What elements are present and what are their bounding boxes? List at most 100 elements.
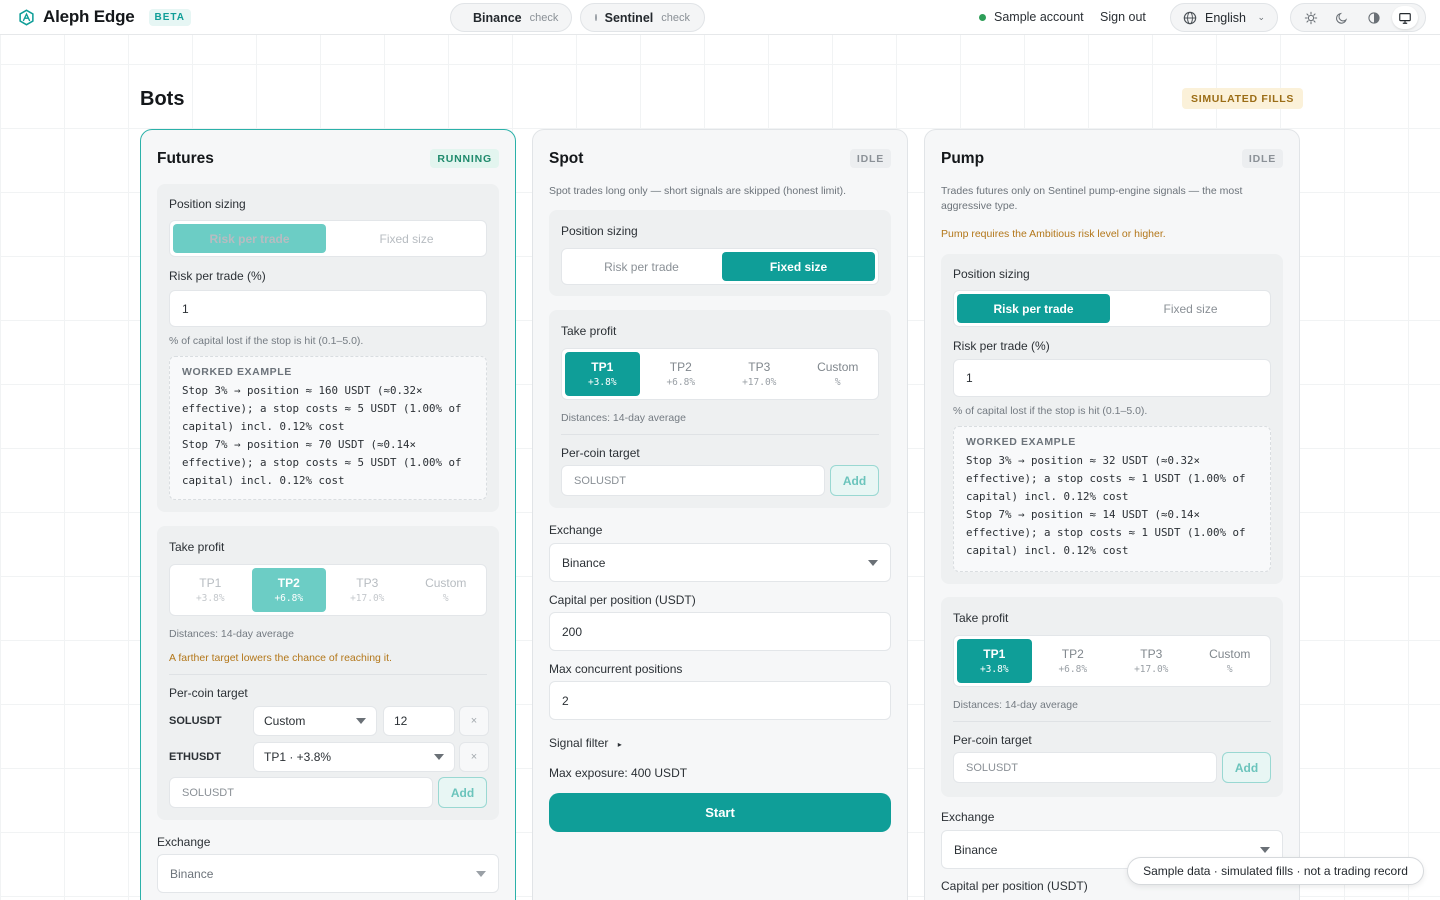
pump-tp-distances: Distances: 14-day average	[953, 699, 1078, 711]
sign-out-link[interactable]: Sign out	[1100, 10, 1146, 24]
language-select[interactable]: English ⌄	[1170, 3, 1278, 32]
remove-coin-button[interactable]: ×	[459, 706, 489, 736]
pump-risk-input[interactable]: 1	[953, 359, 1271, 397]
spot-exchange-value: Binance	[562, 555, 606, 570]
pump-risk-per-trade-option[interactable]: Risk per trade	[957, 294, 1110, 323]
pump-custom-name: Custom	[1209, 647, 1251, 661]
brand[interactable]: Aleph Edge BETA	[18, 7, 191, 27]
spot-risk-per-trade-option[interactable]: Risk per trade	[565, 252, 718, 281]
spot-tp1-option[interactable]: TP1 +3.8%	[565, 352, 640, 396]
per-coin-symbol: SOLUSDT	[169, 715, 222, 727]
futures-tp-distances: Distances: 14-day average	[169, 628, 294, 640]
spot-add-coin-input[interactable]: SOLUSDT	[561, 465, 825, 496]
futures-sizing-label: Position sizing	[169, 197, 246, 211]
account-indicator[interactable]: Sample account	[979, 10, 1084, 24]
beta-badge: BETA	[148, 8, 191, 26]
spot-capital-input[interactable]: 200	[549, 612, 891, 651]
sentinel-status-name: Sentinel	[604, 10, 654, 25]
spot-start-button[interactable]: Start	[549, 793, 891, 832]
futures-tp1-option[interactable]: TP1 +3.8%	[173, 568, 248, 612]
pump-risk-hint: % of capital lost if the stop is hit (0.…	[953, 405, 1148, 417]
futures-tp2-name: TP2	[277, 576, 300, 590]
pump-tp2-option[interactable]: TP2 +6.8%	[1036, 639, 1111, 683]
futures-add-coin-button[interactable]: Add	[438, 777, 487, 808]
language-value: English	[1205, 10, 1246, 25]
spot-tp3-option[interactable]: TP3 +17.0%	[722, 352, 797, 396]
spot-tp2-option[interactable]: TP2 +6.8%	[644, 352, 719, 396]
futures-risk-input[interactable]: 1	[169, 290, 487, 327]
futures-tp2-option[interactable]: TP2 +6.8%	[251, 568, 326, 612]
spot-signal-filter-toggle[interactable]: Signal filter ▸	[549, 736, 622, 750]
pump-tp3-option[interactable]: TP3 +17.0%	[1114, 639, 1189, 683]
spot-tp-selector: TP1 +3.8% TP2 +6.8% TP3 +17.0% Custom%	[561, 348, 879, 400]
sentinel-status-state: check	[661, 11, 690, 24]
spot-exchange-select[interactable]: Binance	[549, 543, 891, 582]
futures-status-badge: RUNNING	[430, 149, 499, 168]
theme-light-button[interactable]	[1298, 6, 1324, 29]
chevron-down-icon	[356, 718, 366, 724]
spot-sizing-section: Position sizing Risk per trade Fixed siz…	[549, 210, 891, 296]
pump-add-coin-button[interactable]: Add	[1222, 752, 1271, 783]
futures-title: Futures	[157, 150, 214, 167]
theme-system-button[interactable]	[1392, 6, 1419, 29]
futures-worked-example: WORKED EXAMPLE Stop 3% → position ≈ 160 …	[169, 356, 487, 500]
binance-status-pill[interactable]: Binance check	[450, 3, 572, 32]
spot-fixed-size-option[interactable]: Fixed size	[722, 252, 875, 281]
futures-risk-hint: % of capital lost if the stop is hit (0.…	[169, 335, 364, 347]
pump-title: Pump	[941, 150, 985, 167]
futures-risk-per-trade-option[interactable]: Risk per trade	[173, 224, 326, 253]
futures-custom-value: %	[442, 593, 449, 604]
pump-custom-value: %	[1226, 664, 1233, 675]
pump-capital-label: Capital per position (USDT)	[941, 879, 1088, 893]
pump-tp2-name: TP2	[1061, 647, 1084, 661]
spot-sizing-label: Position sizing	[561, 224, 638, 238]
theme-contrast-button[interactable]	[1361, 6, 1387, 29]
spot-tp1-value: +3.8%	[587, 377, 617, 388]
spot-tp-distances: Distances: 14-day average	[561, 412, 686, 424]
moon-icon	[1336, 12, 1348, 24]
spot-capital-label: Capital per position (USDT)	[549, 593, 696, 607]
futures-tp3-name: TP3	[356, 576, 379, 590]
futures-add-coin-input[interactable]: SOLUSDT	[169, 777, 433, 808]
pump-tp2-value: +6.8%	[1058, 664, 1088, 675]
pump-fixed-size-option[interactable]: Fixed size	[1114, 294, 1267, 323]
contrast-icon	[1368, 11, 1380, 24]
spot-take-profit-label: Take profit	[561, 324, 617, 338]
simulated-fills-badge: SIMULATED FILLS	[1182, 88, 1304, 109]
caret-right-icon: ▸	[617, 740, 622, 749]
chevron-down-icon	[868, 559, 878, 566]
futures-example-line-1: Stop 3% → position ≈ 160 USDT (≈0.32× ef…	[182, 384, 469, 433]
pump-exchange-value: Binance	[954, 842, 998, 857]
pump-tp3-name: TP3	[1140, 647, 1163, 661]
pump-custom-tp-option[interactable]: Custom%	[1193, 639, 1268, 683]
pump-add-coin-input[interactable]: SOLUSDT	[953, 752, 1217, 783]
spot-custom-name: Custom	[817, 360, 859, 374]
futures-custom-tp-option[interactable]: Custom%	[409, 568, 484, 612]
spot-custom-tp-option[interactable]: Custom%	[801, 352, 876, 396]
futures-tp3-option[interactable]: TP3 +17.0%	[330, 568, 405, 612]
theme-dark-button[interactable]	[1329, 6, 1355, 29]
futures-exchange-value: Binance	[170, 866, 214, 881]
chevron-down-icon	[476, 870, 486, 877]
per-coin-mode-select[interactable]: TP1 · +3.8%	[253, 742, 455, 772]
sentinel-status-pill[interactable]: Sentinel check	[580, 3, 705, 32]
pump-sizing-toggle: Risk per trade Fixed size	[953, 290, 1271, 327]
top-bar: Aleph Edge BETA Binance check Sentinel c…	[0, 0, 1440, 35]
futures-exchange-select[interactable]: Binance	[157, 854, 499, 893]
spot-tp3-name: TP3	[748, 360, 771, 374]
spot-max-positions-label: Max concurrent positions	[549, 662, 683, 676]
per-coin-mode-value: TP1 · +3.8%	[264, 750, 332, 764]
chevron-down-icon	[1260, 846, 1270, 853]
spot-add-coin-button[interactable]: Add	[830, 465, 879, 496]
spot-description: Spot trades long only — short signals ar…	[549, 185, 847, 197]
pump-sizing-label: Position sizing	[953, 267, 1030, 281]
per-coin-custom-value-input[interactable]: 12	[383, 706, 455, 736]
per-coin-mode-select[interactable]: Custom	[253, 706, 377, 736]
futures-fixed-size-option[interactable]: Fixed size	[330, 224, 483, 253]
account-online-dot	[979, 13, 986, 21]
spot-max-positions-input[interactable]: 2	[549, 681, 891, 720]
remove-coin-button[interactable]: ×	[459, 742, 489, 772]
pump-example-line-2: Stop 7% → position ≈ 14 USDT (≈0.14× eff…	[966, 508, 1253, 557]
futures-tp1-name: TP1	[199, 576, 222, 590]
pump-tp1-option[interactable]: TP1 +3.8%	[957, 639, 1032, 683]
